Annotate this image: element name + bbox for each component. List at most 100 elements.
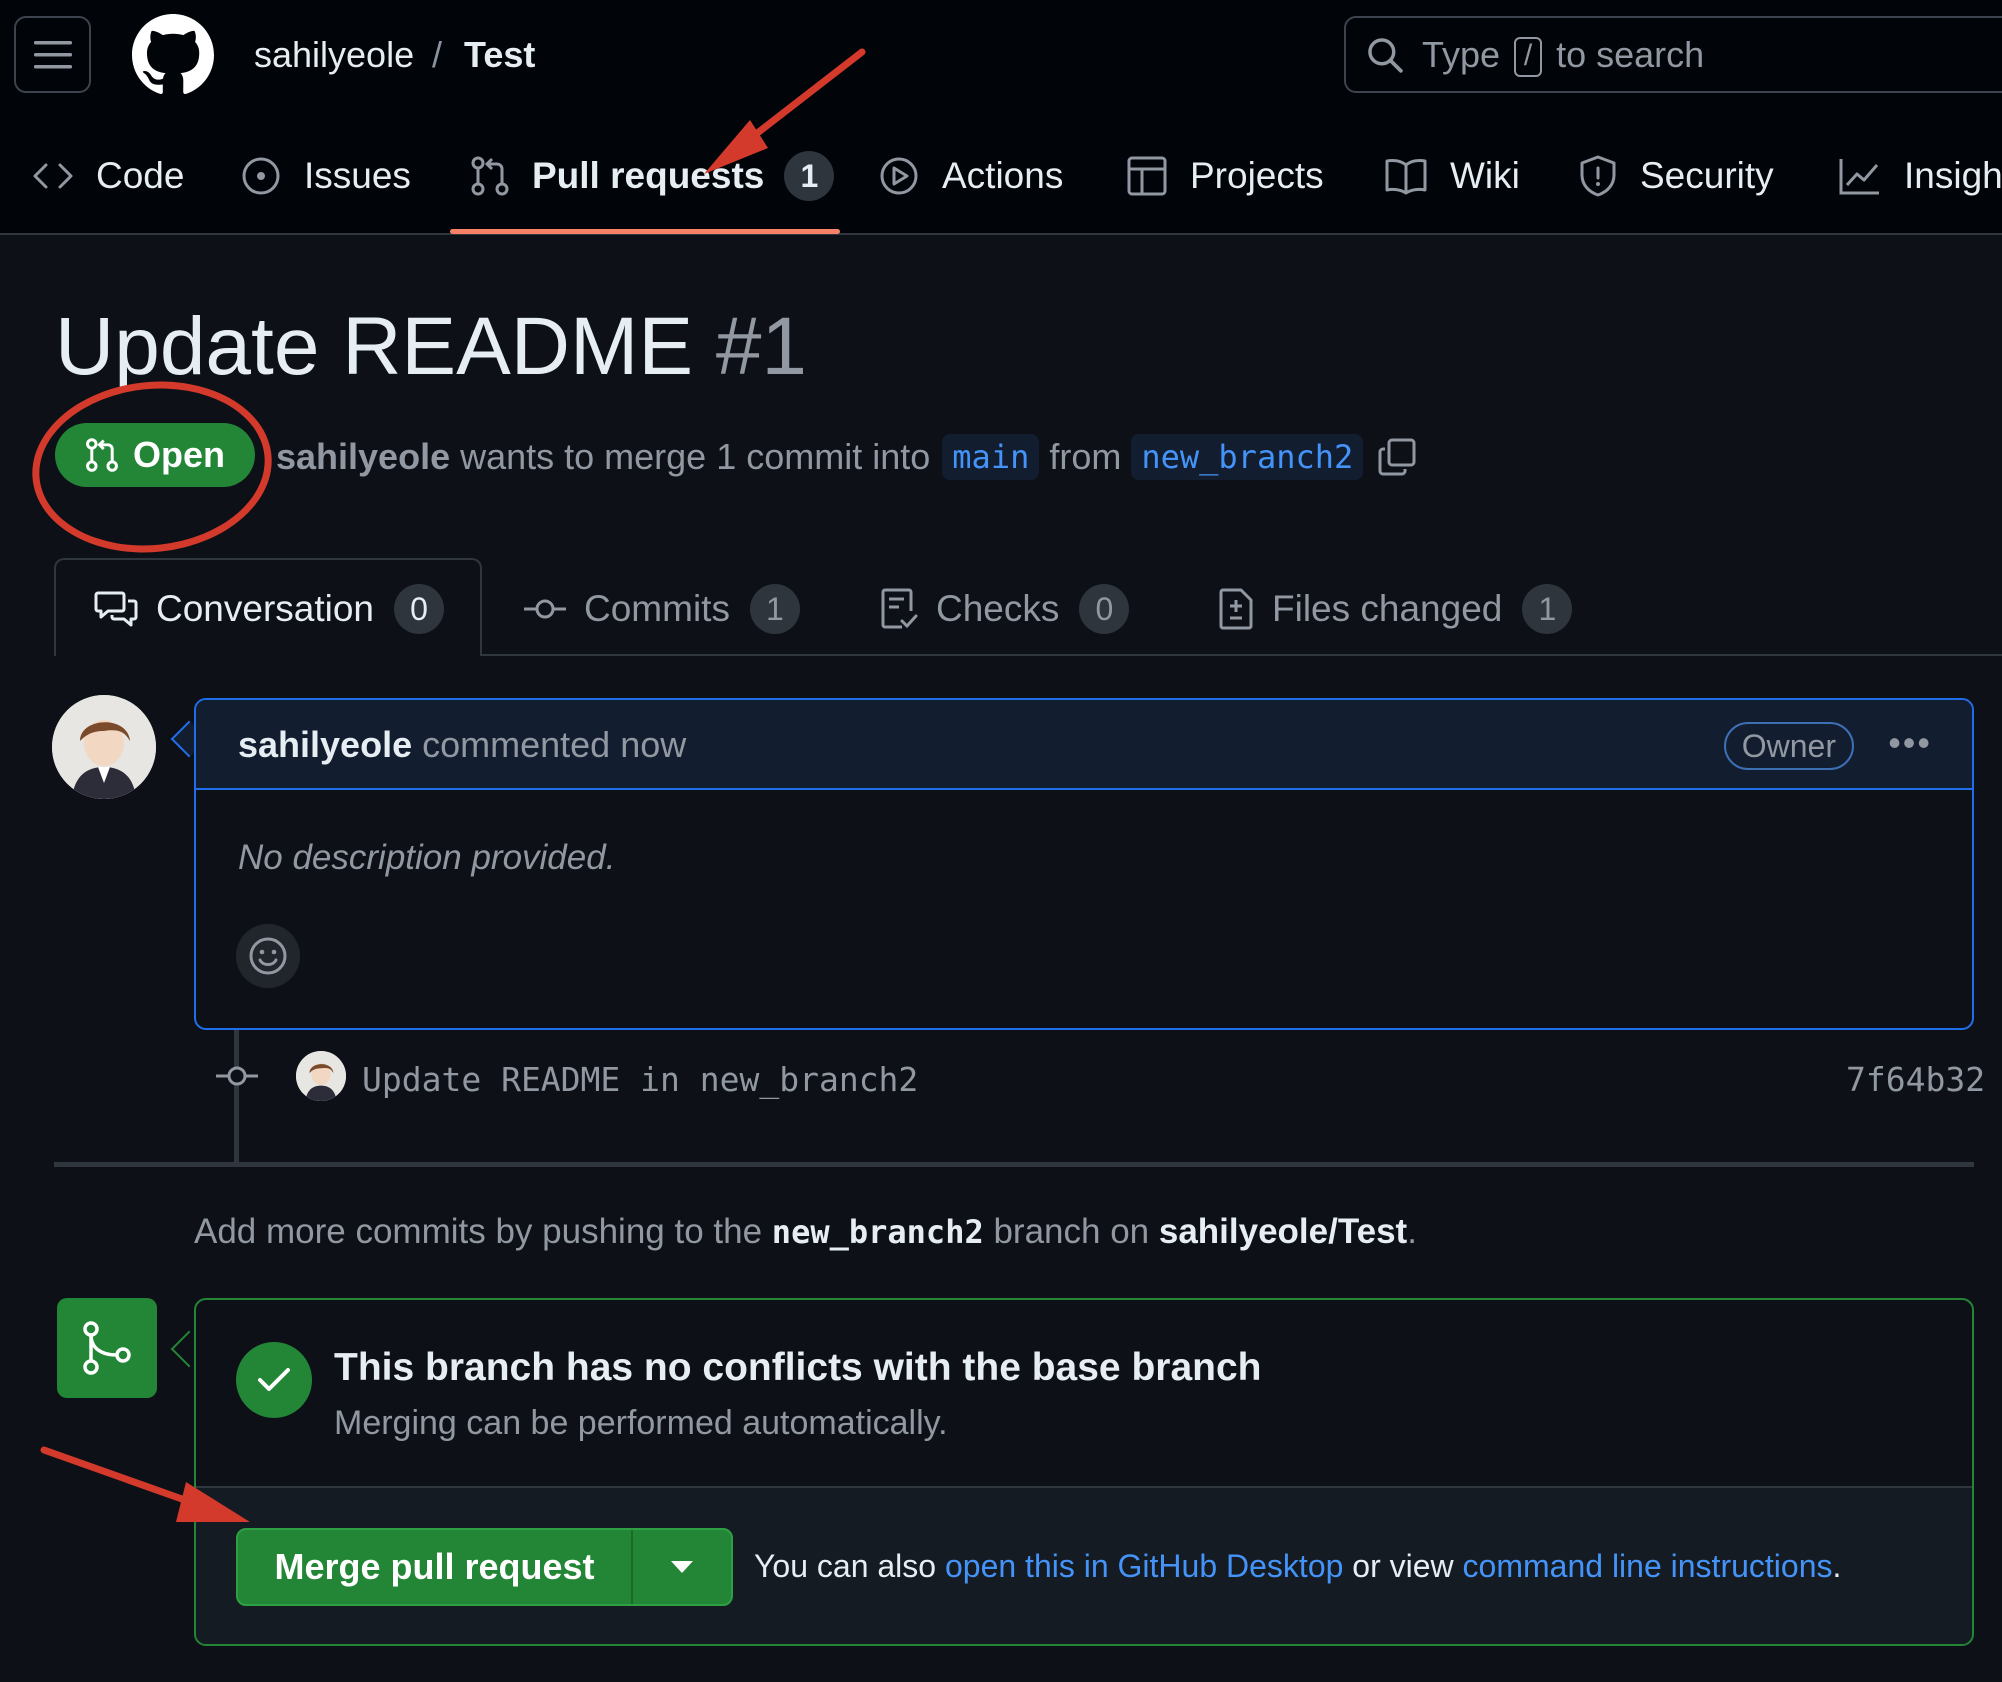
also-suffix: .: [1832, 1548, 1842, 1584]
push-note-prefix: Add more commits by pushing to the: [194, 1212, 763, 1251]
tab-label: Actions: [942, 155, 1064, 196]
path-separator: /: [432, 34, 443, 75]
search-placeholder: Type / to search: [1422, 34, 1704, 78]
git-merge-icon: [83, 1321, 131, 1375]
also-prefix: You can also: [754, 1548, 937, 1584]
check-icon: [258, 1368, 290, 1391]
graph-icon: [1839, 159, 1879, 195]
base-branch-link[interactable]: main: [942, 434, 1040, 480]
repo-owner-link[interactable]: sahilyeole: [254, 34, 414, 76]
menu-button[interactable]: [14, 16, 91, 93]
tab-checks[interactable]: Checks 0: [880, 584, 1130, 634]
code-icon: [33, 163, 73, 189]
file-diff-icon: [1219, 588, 1253, 630]
merge-footer: Merge pull request You can also open thi…: [196, 1486, 1972, 1644]
tab-files-changed[interactable]: Files changed 1: [1218, 584, 1573, 634]
commit-message-link[interactable]: Update README in new_branch2: [362, 1060, 918, 1099]
tab-label: Insigh: [1904, 155, 2002, 196]
comment-author-link[interactable]: sahilyeole: [238, 724, 412, 765]
github-logo-icon[interactable]: [132, 14, 214, 96]
timeline-line: [234, 1030, 239, 1162]
add-reaction-button[interactable]: [236, 924, 300, 988]
book-icon: [1385, 159, 1427, 195]
tab-label: Files changed: [1272, 588, 1503, 629]
shield-icon: [1580, 155, 1616, 197]
annotation-arrow-bottom: [40, 1446, 250, 1522]
tab-conversation[interactable]: Conversation 0: [94, 584, 445, 634]
triangle-down-icon: [671, 1561, 693, 1573]
comment-card: sahilyeole commented now Owner ••• No de…: [194, 698, 1974, 1030]
tab-label: Conversation: [156, 588, 375, 629]
issue-opened-icon: [242, 157, 280, 195]
commit-sha-link[interactable]: 7f64b32: [1846, 1060, 1985, 1099]
tab-code[interactable]: Code: [32, 152, 184, 200]
timeline-break: [54, 1162, 1974, 1167]
conversation-count: 0: [394, 584, 445, 634]
push-note-middle: branch on: [993, 1212, 1150, 1251]
push-note: Add more commits by pushing to the new_b…: [194, 1212, 1417, 1252]
commit-author-avatar[interactable]: [296, 1051, 346, 1101]
comment-meta: sahilyeole commented now: [238, 724, 686, 766]
tab-commits[interactable]: Commits 1: [524, 584, 800, 634]
git-commit-icon: [524, 599, 566, 619]
repo-header: sahilyeole / Test Type / to search Code …: [0, 0, 2002, 235]
annotation-arrow-top: [704, 48, 866, 174]
tab-label: Wiki: [1450, 155, 1520, 196]
merge-status-title: This branch has no conflicts with the ba…: [334, 1346, 1262, 1389]
or-view-text: or view: [1352, 1548, 1454, 1584]
user-avatar-icon: [52, 695, 156, 799]
tab-label: Security: [1640, 155, 1774, 196]
merge-alternatives: You can also open this in GitHub Desktop…: [754, 1548, 1841, 1585]
merge-options-dropdown[interactable]: [633, 1530, 731, 1604]
owner-badge: Owner: [1723, 722, 1854, 770]
table-icon: [1127, 156, 1167, 196]
tab-label: Commits: [584, 588, 730, 629]
pr-author-link[interactable]: sahilyeole: [276, 436, 450, 478]
tab-wiki[interactable]: Wiki: [1384, 152, 1520, 200]
merge-button-group: Merge pull request: [236, 1528, 733, 1606]
push-note-branch: new_branch2: [771, 1213, 984, 1251]
tab-issues[interactable]: Issues: [240, 152, 411, 200]
tab-actions[interactable]: Actions: [878, 152, 1063, 200]
checklist-icon: [881, 588, 918, 629]
command-line-instructions-link[interactable]: command line instructions: [1463, 1548, 1833, 1584]
tab-projects[interactable]: Projects: [1126, 152, 1324, 200]
smiley-icon: [249, 937, 287, 975]
merge-status-subtitle: Merging can be performed automatically.: [334, 1404, 948, 1442]
push-note-repo: sahilyeole/Test: [1158, 1212, 1408, 1251]
git-commit-icon: [216, 1066, 258, 1086]
pr-title: Update README #1: [55, 300, 807, 394]
pr-title-text: Update README: [55, 301, 694, 392]
kebab-horizontal-icon[interactable]: •••: [1888, 722, 1932, 764]
github-desktop-link[interactable]: open this in GitHub Desktop: [945, 1548, 1343, 1584]
merge-pull-request-button[interactable]: Merge pull request: [238, 1530, 633, 1604]
tab-label: Checks: [936, 588, 1060, 629]
pr-number: #1: [715, 301, 808, 392]
copy-icon[interactable]: [1377, 437, 1417, 477]
checks-count: 0: [1079, 584, 1130, 634]
check-status: [236, 1342, 312, 1418]
user-avatar-icon: [296, 1051, 346, 1101]
commits-count: 1: [749, 584, 800, 634]
head-branch-link[interactable]: new_branch2: [1131, 434, 1364, 480]
git-pull-request-icon: [471, 156, 509, 196]
repo-name-link[interactable]: Test: [464, 34, 535, 76]
push-note-suffix: .: [1407, 1212, 1417, 1251]
annotation-circle: [23, 369, 281, 565]
tab-label: Code: [96, 155, 185, 196]
play-icon: [880, 157, 918, 195]
comment-header: sahilyeole commented now Owner •••: [196, 700, 1972, 790]
comment-time[interactable]: commented now: [422, 724, 686, 765]
active-tab-indicator: [450, 229, 840, 234]
avatar[interactable]: [52, 695, 156, 799]
hamburger-icon: [34, 41, 72, 69]
merge-status-icon: [57, 1298, 157, 1398]
tab-insights[interactable]: Insigh: [1838, 152, 2002, 200]
comment-discussion-icon: [94, 591, 138, 627]
merge-box: This branch has no conflicts with the ba…: [194, 1298, 1974, 1646]
tab-security[interactable]: Security: [1578, 152, 1774, 200]
comment-body: No description provided.: [238, 838, 616, 877]
tab-label: Issues: [304, 155, 411, 196]
tab-label: Projects: [1190, 155, 1324, 196]
pr-meta: sahilyeole wants to merge 1 commit into …: [276, 434, 1417, 480]
